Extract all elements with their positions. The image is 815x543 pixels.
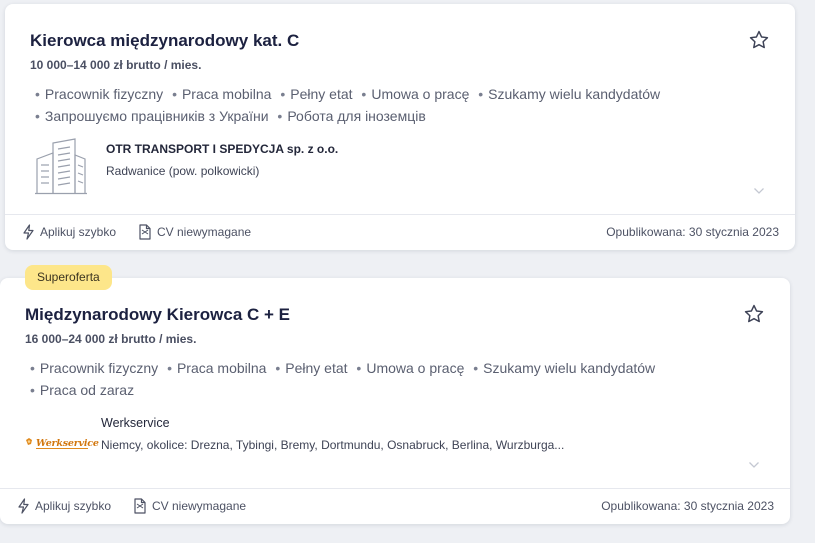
salary: 10 000–14 000 zł brutto / mies. (30, 58, 202, 72)
lightning-icon (23, 224, 34, 240)
document-icon (139, 224, 151, 240)
tag: Pełny etat (285, 360, 348, 376)
star-outline-icon[interactable] (743, 303, 765, 325)
job-location: Niemcy, okolice: Drezna, Tybingi, Bremy,… (101, 438, 565, 452)
tag: Umowa o pracę (371, 86, 470, 102)
published-date: Opublikowana: 30 stycznia 2023 (601, 499, 774, 513)
tag: Praca mobilna (181, 86, 272, 102)
superoferta-badge: Superoferta (25, 265, 112, 290)
tag: Pełny etat (290, 86, 353, 102)
tag: Робота для іноземців (287, 108, 426, 124)
cv-not-required-label: CV niewymagane (157, 225, 252, 239)
company-name[interactable]: OTR TRANSPORT I SPEDYCJA sp. z o.o. (106, 142, 338, 156)
tag: Pracownik fizyczny (39, 360, 159, 376)
divider (5, 214, 795, 215)
tags-line-1: • Pracownik fizyczny • Praca mobilna • Pełn… (35, 86, 661, 102)
tag: Szukamy wielu kandydatów (488, 86, 661, 102)
star-outline-icon[interactable] (748, 29, 770, 51)
tag: Szukamy wielu kandydatów (483, 360, 656, 376)
tags-list: • Pracownik fizyczny • Praca mobilna • Pełn… (30, 83, 730, 127)
quick-apply[interactable]: Aplikuj szybko (22, 224, 116, 240)
job-card-1[interactable]: Kierowca międzynarodowy kat. C 10 000–14… (5, 4, 795, 250)
werkservice-logo-text: Werkservice (36, 438, 99, 449)
tag: Запрошуємо працівників з України (44, 108, 269, 124)
tag: Praca od zaraz (39, 382, 135, 398)
tags-line-2: • Praca od zaraz (30, 382, 135, 398)
document-icon (134, 498, 146, 514)
company-name[interactable]: Werkservice (101, 416, 170, 430)
tags-line-2: • Запрошуємо працівників з України • Робот… (35, 108, 426, 124)
cv-not-required-label: CV niewymagane (152, 499, 247, 513)
lightning-icon (18, 498, 29, 514)
tags-line-1: • Pracownik fizyczny • Praca mobilna • Pełn… (30, 360, 656, 376)
chevron-down-icon[interactable] (748, 461, 760, 469)
quick-apply[interactable]: Aplikuj szybko (17, 498, 111, 514)
building-icon (35, 138, 87, 195)
job-location: Radwanice (pow. polkowicki) (106, 164, 260, 178)
tag: Praca mobilna (176, 360, 267, 376)
cv-not-required: CV niewymagane (138, 224, 251, 240)
quick-apply-label: Aplikuj szybko (35, 499, 112, 513)
chevron-down-icon[interactable] (753, 187, 765, 195)
job-card-2[interactable]: Międzynarodowy Kierowca C + E 16 000–24 … (0, 278, 790, 524)
quick-apply-label: Aplikuj szybko (40, 225, 117, 239)
salary: 16 000–24 000 zł brutto / mies. (25, 332, 197, 346)
job-title[interactable]: Kierowca międzynarodowy kat. C (30, 31, 299, 51)
published-date: Opublikowana: 30 stycznia 2023 (606, 225, 779, 239)
cv-not-required: CV niewymagane (133, 498, 246, 514)
tags-list: • Pracownik fizyczny • Praca mobilna • Pełn… (25, 357, 725, 401)
divider (0, 488, 790, 489)
job-title[interactable]: Międzynarodowy Kierowca C + E (25, 305, 290, 325)
tag: Umowa o pracę (366, 360, 465, 376)
tag: Pracownik fizyczny (44, 86, 164, 102)
